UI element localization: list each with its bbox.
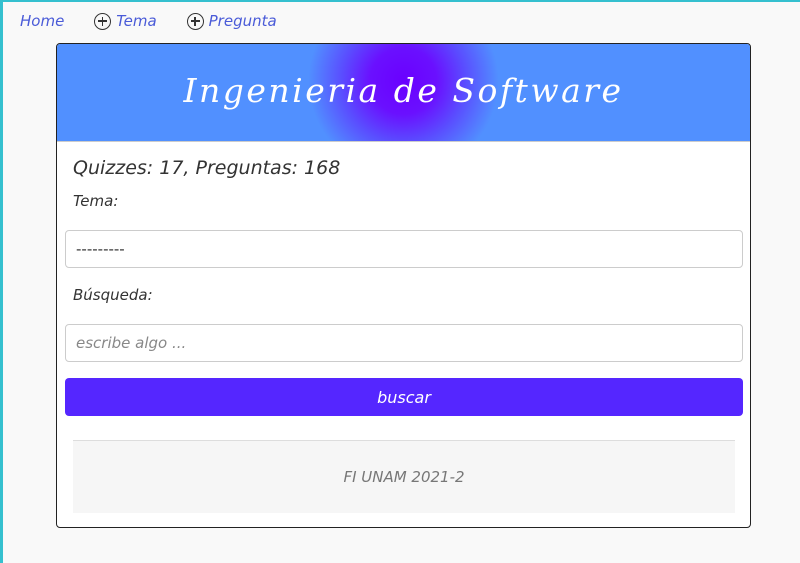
add-pregunta-label: Pregunta xyxy=(208,12,277,30)
search-button-label: buscar xyxy=(377,387,431,407)
search-button[interactable]: buscar xyxy=(65,378,743,416)
footer-text: FI UNAM 2021-2 xyxy=(343,468,465,486)
add-tema-link[interactable]: Tema xyxy=(94,12,157,30)
main-card: Ingenieria de Software Quizzes: 17, Preg… xyxy=(56,43,751,528)
tema-label: Tema: xyxy=(73,192,119,210)
plus-circle-icon xyxy=(186,12,204,30)
tema-select[interactable]: --------- xyxy=(65,230,743,268)
add-pregunta-link[interactable]: Pregunta xyxy=(186,12,277,30)
add-tema-label: Tema xyxy=(116,12,157,30)
tema-selected-value: --------- xyxy=(76,240,125,258)
busqueda-label: Búsqueda: xyxy=(73,286,153,304)
search-input[interactable] xyxy=(65,324,743,362)
plus-circle-icon xyxy=(94,12,112,30)
banner: Ingenieria de Software xyxy=(57,44,750,142)
stats-text: Quizzes: 17, Preguntas: 168 xyxy=(73,157,341,179)
footer: FI UNAM 2021-2 xyxy=(73,440,735,513)
top-nav: Home Tema Pregunta xyxy=(20,12,277,30)
home-link[interactable]: Home xyxy=(20,12,64,30)
banner-title: Ingenieria de Software xyxy=(183,71,624,110)
